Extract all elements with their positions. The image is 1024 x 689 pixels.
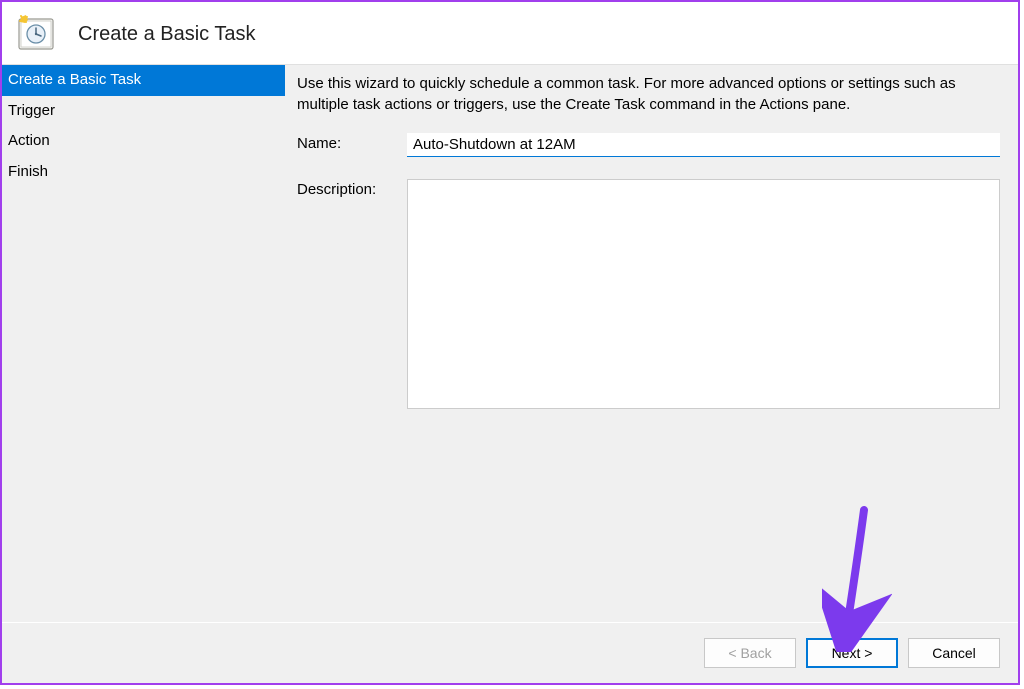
back-button: < Back [704, 638, 796, 668]
name-label: Name: [297, 133, 407, 152]
cancel-button[interactable]: Cancel [908, 638, 1000, 668]
name-row: Name: [285, 129, 1018, 161]
next-button[interactable]: Next > [806, 638, 898, 668]
wizard-header: Create a Basic Task [2, 2, 1018, 64]
name-input[interactable] [407, 133, 1000, 157]
description-input[interactable] [407, 179, 1000, 409]
wizard-title: Create a Basic Task [78, 23, 256, 46]
description-row: Description: [285, 175, 1018, 413]
task-scheduler-icon [16, 14, 56, 54]
wizard-body: Create a Basic Task Trigger Action Finis… [2, 64, 1018, 622]
sidebar-item-create-basic-task[interactable]: Create a Basic Task [2, 65, 285, 96]
description-label: Description: [297, 179, 407, 198]
wizard-footer: < Back Next > Cancel [2, 623, 1018, 683]
wizard-instructions: Use this wizard to quickly schedule a co… [285, 65, 1018, 129]
wizard-sidebar: Create a Basic Task Trigger Action Finis… [2, 64, 285, 622]
wizard-window: Create a Basic Task Create a Basic Task … [0, 0, 1020, 685]
wizard-main-panel: Use this wizard to quickly schedule a co… [285, 64, 1018, 622]
sidebar-item-finish[interactable]: Finish [2, 157, 285, 188]
sidebar-item-action[interactable]: Action [2, 126, 285, 157]
sidebar-item-trigger[interactable]: Trigger [2, 96, 285, 127]
